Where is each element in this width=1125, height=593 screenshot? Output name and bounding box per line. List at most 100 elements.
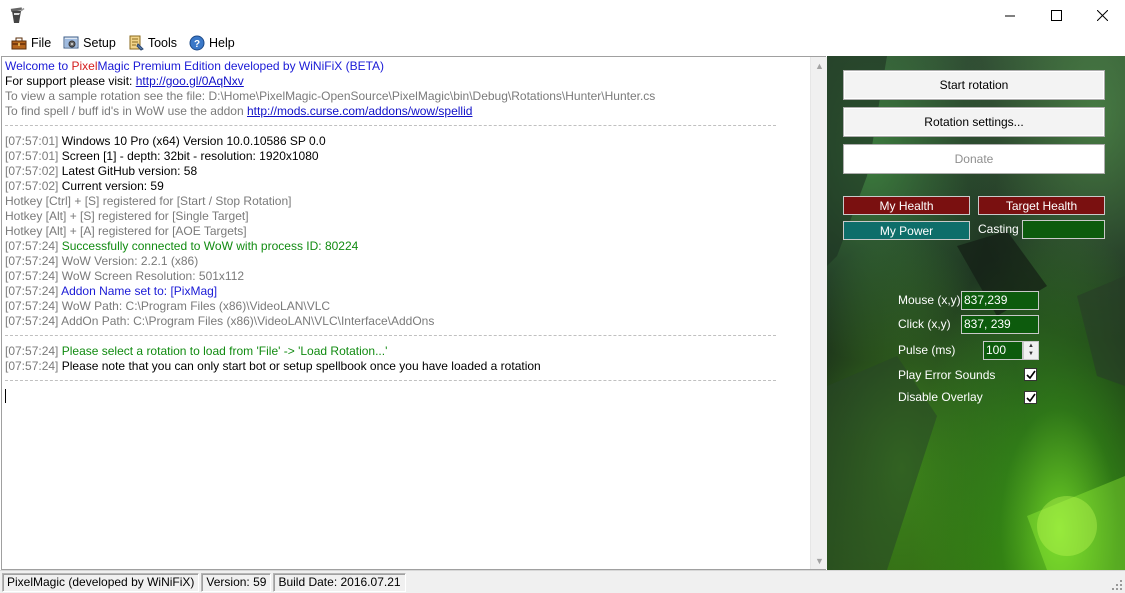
log-sample-line: To view a sample rotation see the file: … [5, 89, 656, 103]
menu-file[interactable]: File [6, 32, 57, 54]
pulse-stepper[interactable]: ▲ ▼ [1023, 341, 1039, 360]
log-message: Addon Name set to: [PixMag] [58, 284, 218, 298]
svg-text:?: ? [194, 39, 200, 50]
log-entry: Hotkey [Ctrl] + [S] registered for [Star… [5, 194, 806, 209]
log-welcome-line: Welcome to PixelMagic Premium Edition de… [5, 59, 806, 74]
log-divider [5, 329, 776, 336]
close-icon [1096, 10, 1108, 21]
disable-overlay-checkbox[interactable] [1024, 391, 1037, 404]
maximize-icon [1050, 10, 1062, 21]
log-entry: [07:57:24] Addon Name set to: [PixMag] [5, 284, 806, 299]
play-error-sounds-checkbox[interactable] [1024, 368, 1037, 381]
log-message: Hotkey [Ctrl] + [S] registered for [Star… [5, 194, 292, 208]
log-timestamp: [07:57:24] [5, 344, 59, 358]
minimize-button[interactable] [987, 0, 1033, 31]
mouse-field[interactable]: 837,239 [961, 291, 1039, 310]
menu-help[interactable]: ? Help [184, 32, 241, 54]
log-scrollbar[interactable]: ▲ ▼ [810, 57, 827, 569]
click-field[interactable]: 837, 239 [961, 315, 1039, 334]
welcome-magic: Magic [97, 59, 130, 73]
menu-help-label: Help [209, 36, 235, 50]
log-timestamp: [07:57:02] [5, 179, 59, 193]
log-entry: [07:57:24] Please note that you can only… [5, 359, 806, 374]
log-spell-line: To find spell / buff id's in WoW use the… [5, 104, 806, 119]
play-error-sounds-label: Play Error Sounds [898, 368, 996, 382]
log-timestamp: [07:57:24] [5, 284, 59, 298]
log-entries-group: [07:57:24] Please select a rotation to l… [5, 344, 806, 374]
log-timestamp: [07:57:24] [5, 299, 59, 313]
rotation-settings-button[interactable]: Rotation settings... [843, 107, 1105, 137]
log-entry: [07:57:24] Please select a rotation to l… [5, 344, 806, 359]
log-entry: [07:57:02] Current version: 59 [5, 179, 806, 194]
resize-grip-icon[interactable] [1111, 579, 1123, 591]
scroll-down-icon[interactable]: ▼ [811, 552, 828, 569]
status-version: Version: 59 [201, 572, 272, 592]
log-timestamp: [07:57:24] [5, 239, 59, 253]
donate-button[interactable]: Donate [843, 144, 1105, 174]
log-message: Latest GitHub version: 58 [58, 164, 198, 178]
menu-tools[interactable]: Tools [123, 32, 183, 54]
log-entry: [07:57:01] Windows 10 Pro (x64) Version … [5, 134, 806, 149]
menu-file-label: File [31, 36, 52, 50]
spell-link[interactable]: http://mods.curse.com/addons/wow/spellid [247, 104, 472, 118]
log-entry: [07:57:24] WoW Screen Resolution: 501x11… [5, 269, 806, 284]
log-entry: [07:57:24] WoW Version: 2.2.1 (x86) [5, 254, 806, 269]
start-rotation-button[interactable]: Start rotation [843, 70, 1105, 100]
stepper-up-icon[interactable]: ▲ [1024, 342, 1038, 350]
log-divider [5, 119, 776, 126]
app-icon [10, 7, 25, 23]
checkmark-icon [1025, 393, 1036, 402]
log-message: Please note that you can only start bot … [58, 359, 541, 373]
click-label: Click (x,y) [898, 317, 951, 331]
scroll-up-icon[interactable]: ▲ [811, 57, 828, 74]
log-timestamp: [07:57:24] [5, 314, 59, 328]
toolbox-icon [11, 37, 27, 50]
log-textbox[interactable]: Welcome to PixelMagic Premium Edition de… [2, 57, 809, 569]
welcome-text: Welcome to [5, 59, 72, 73]
log-message: Please select a rotation to load from 'F… [58, 344, 388, 358]
target-health-bar: Target Health [978, 196, 1105, 215]
welcome-pixel: Pixel [71, 59, 98, 73]
menu-tools-label: Tools [147, 36, 178, 50]
maximize-button[interactable] [1033, 0, 1079, 31]
status-bar: PixelMagic (developed by WiNiFiX) Versio… [0, 570, 1125, 593]
log-message: WoW Path: C:\Program Files (x86)\VideoLA… [58, 299, 331, 313]
support-text: For support please visit: [5, 74, 136, 88]
disable-overlay-label: Disable Overlay [898, 390, 983, 404]
log-message: WoW Screen Resolution: 501x112 [58, 269, 245, 283]
log-message: Successfully connected to WoW with proce… [58, 239, 359, 253]
control-panel: Start rotation Rotation settings... Dona… [827, 56, 1125, 570]
status-app: PixelMagic (developed by WiNiFiX) [2, 572, 200, 592]
log-panel: Welcome to PixelMagic Premium Edition de… [1, 56, 827, 570]
help-icon: ? [189, 35, 205, 51]
log-entry: [07:57:02] Latest GitHub version: 58 [5, 164, 806, 179]
support-link[interactable]: http://goo.gl/0AqNxv [136, 74, 244, 88]
log-entries-group: [07:57:01] Windows 10 Pro (x64) Version … [5, 134, 806, 329]
mouse-label: Mouse (x,y) [898, 293, 961, 307]
menu-setup[interactable]: Setup [58, 32, 122, 54]
welcome-rest: Premium Edition developed by WiNiFiX (BE… [129, 59, 385, 73]
log-timestamp: [07:57:02] [5, 164, 59, 178]
minimize-icon [1004, 15, 1015, 17]
spell-text: To find spell / buff id's in WoW use the… [5, 104, 247, 118]
log-timestamp: [07:57:01] [5, 134, 59, 148]
tools-icon [129, 35, 144, 51]
log-support-line: For support please visit: http://goo.gl/… [5, 74, 806, 89]
stepper-down-icon[interactable]: ▼ [1024, 350, 1038, 358]
log-message: WoW Version: 2.2.1 (x86) [58, 254, 199, 268]
log-timestamp: [07:57:24] [5, 359, 59, 373]
menu-bar: File Setup Tools ? Help [0, 31, 1125, 55]
log-divider [5, 374, 776, 381]
my-power-bar: My Power [843, 221, 970, 240]
log-entry: Hotkey [Alt] + [A] registered for [AOE T… [5, 224, 806, 239]
log-entry: [07:57:24] WoW Path: C:\Program Files (x… [5, 299, 806, 314]
checkmark-icon [1025, 370, 1036, 379]
log-timestamp: [07:57:24] [5, 269, 59, 283]
pulse-field[interactable]: 100 [983, 341, 1023, 360]
log-message: Screen [1] - depth: 32bit - resolution: … [58, 149, 319, 163]
log-message: AddOn Path: C:\Program Files (x86)\Video… [58, 314, 435, 328]
my-health-bar: My Health [843, 196, 970, 215]
close-button[interactable] [1079, 0, 1125, 31]
status-build-date: Build Date: 2016.07.21 [273, 572, 406, 592]
casting-bar [1022, 220, 1105, 239]
